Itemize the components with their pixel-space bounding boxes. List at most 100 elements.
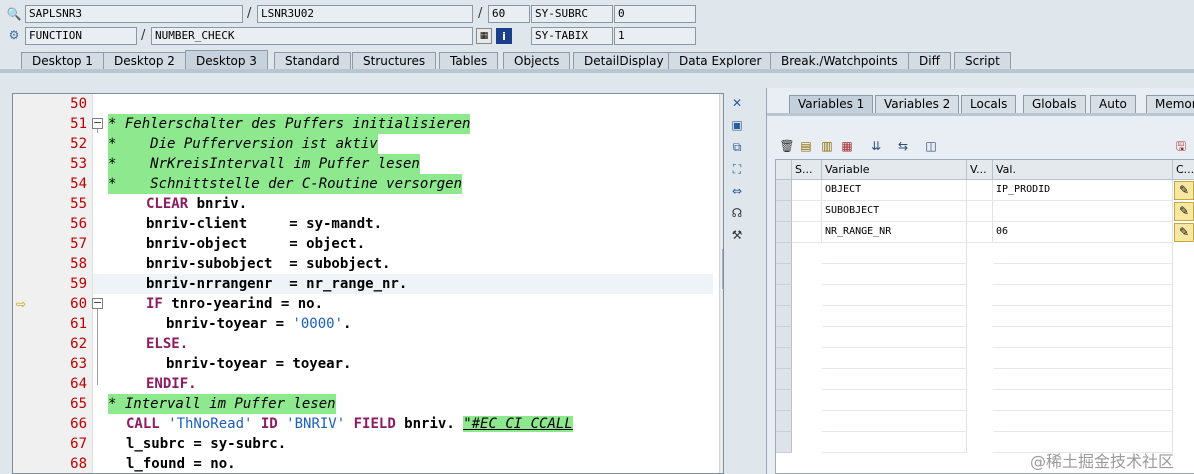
folder-icon[interactable]: ◫ <box>923 138 939 154</box>
value-cell[interactable]: IP_PRODID <box>993 180 1173 201</box>
sytabix-value[interactable]: 1 <box>614 27 696 45</box>
code-line[interactable]: 64 ENDIF. <box>13 374 713 394</box>
row-selector[interactable] <box>776 369 792 390</box>
tab-auto[interactable]: Auto <box>1090 95 1136 113</box>
collapse-icon[interactable]: − <box>92 117 103 129</box>
variable-cell[interactable]: OBJECT <box>822 180 967 201</box>
value-cell[interactable] <box>993 369 1173 390</box>
code-line[interactable]: 61 bnriv-toyear = '0000'. <box>13 314 713 334</box>
tab-detaildisplay[interactable]: DetailDisplay <box>573 52 675 70</box>
code-line[interactable]: 53 * NrKreisIntervall im Puffer lesen <box>13 154 713 174</box>
transfer-icon[interactable]: ⇆ <box>895 138 911 154</box>
table-row-empty[interactable] <box>776 411 1194 432</box>
variable-cell[interactable]: NR_RANGE_NR <box>822 222 967 243</box>
table-row-empty[interactable] <box>776 390 1194 411</box>
program-field[interactable]: SAPLSNR3 <box>25 5 243 23</box>
table-row-empty[interactable] <box>776 369 1194 390</box>
info-icon[interactable]: i <box>496 28 512 44</box>
export-icon[interactable]: ▥ <box>819 138 835 154</box>
value-cell[interactable] <box>993 285 1173 306</box>
services-icon[interactable]: ☊ <box>729 205 745 221</box>
scroll-down-icon[interactable]: ▼ <box>720 118 723 132</box>
save-icon[interactable]: 🖫 <box>1173 138 1189 154</box>
sysubrc-value[interactable]: 0 <box>614 5 696 23</box>
code-line[interactable]: 68 l_found = no. <box>13 454 713 473</box>
import-icon[interactable]: ▤ <box>798 138 814 154</box>
value-cell[interactable] <box>993 411 1173 432</box>
close-icon[interactable]: ✕ <box>729 95 745 111</box>
scrollbar-thumb[interactable] <box>722 249 723 289</box>
delete-icon[interactable]: 🗑 <box>779 138 795 154</box>
tab-breakpoints[interactable]: Break./Watchpoints <box>770 52 909 70</box>
table-row-empty[interactable] <box>776 327 1194 348</box>
tab-desktop-2[interactable]: Desktop 2 <box>103 52 186 70</box>
value-cell[interactable]: 06 <box>993 222 1173 243</box>
table-row-empty[interactable] <box>776 264 1194 285</box>
tab-desktop-3[interactable]: Desktop 3 <box>185 50 268 70</box>
table-row[interactable]: SUBOBJECT ✎ <box>776 201 1194 222</box>
value-cell[interactable] <box>993 390 1173 411</box>
collapse-icon[interactable]: − <box>92 297 103 309</box>
code-line[interactable]: 57 bnriv-object = object. <box>13 234 713 254</box>
row-selector[interactable] <box>776 432 792 453</box>
value-cell[interactable] <box>993 201 1173 222</box>
row-selector[interactable] <box>776 264 792 285</box>
code-line[interactable]: 66 CALL 'ThNoRead' ID 'BNRIV' FIELD bnri… <box>13 414 713 434</box>
type-field[interactable]: FUNCTION <box>25 27 137 45</box>
table-row-empty[interactable] <box>776 243 1194 264</box>
table-row-empty[interactable] <box>776 348 1194 369</box>
code-editor[interactable]: 50 51 − * Fehlerschalter des Puffers ini… <box>12 93 724 474</box>
column-header-v[interactable]: V... <box>967 160 993 180</box>
column-header-s[interactable]: S... <box>792 160 822 180</box>
value-cell[interactable] <box>993 264 1173 285</box>
include-field[interactable]: LSNR3U02 <box>257 5 473 23</box>
variable-cell[interactable] <box>822 390 967 411</box>
table-row-empty[interactable] <box>776 285 1194 306</box>
tab-standard[interactable]: Standard <box>274 52 351 70</box>
row-selector[interactable] <box>776 348 792 369</box>
tab-data-explorer[interactable]: Data Explorer <box>668 52 773 70</box>
value-cell[interactable] <box>993 327 1173 348</box>
row-selector[interactable] <box>776 390 792 411</box>
code-line-current[interactable]: ⇨ 60 − IF tnro-yearind = no. <box>13 294 713 314</box>
row-selector[interactable] <box>776 243 792 264</box>
edit-pencil-icon[interactable]: ✎ <box>1174 202 1194 221</box>
variable-cell[interactable] <box>822 369 967 390</box>
expand-icon[interactable]: ⇊ <box>868 138 884 154</box>
edit-pencil-icon[interactable]: ✎ <box>1174 181 1194 200</box>
value-cell[interactable] <box>993 306 1173 327</box>
tab-locals[interactable]: Locals <box>961 95 1017 113</box>
tab-structures[interactable]: Structures <box>352 52 437 70</box>
code-line[interactable]: 65 * Intervall im Puffer lesen <box>13 394 713 414</box>
variable-cell[interactable] <box>822 348 967 369</box>
editor-scrollbar[interactable]: ▲ ▼ <box>719 94 723 473</box>
tab-memory[interactable]: Memory <box>1146 95 1194 113</box>
save-vars-icon[interactable]: ▦ <box>839 138 855 154</box>
name-field[interactable]: NUMBER_CHECK <box>151 27 473 45</box>
column-header-c[interactable]: C... <box>1173 160 1194 180</box>
column-header-value[interactable]: Val. <box>993 160 1173 180</box>
value-cell[interactable] <box>993 243 1173 264</box>
table-row[interactable]: NR_RANGE_NR 06 ✎ <box>776 222 1194 243</box>
row-selector[interactable] <box>776 327 792 348</box>
table-row[interactable]: OBJECT IP_PRODID ✎ <box>776 180 1194 201</box>
tab-tables[interactable]: Tables <box>439 52 499 70</box>
variable-cell[interactable] <box>822 327 967 348</box>
code-line[interactable]: 52 * Die Pufferversion ist aktiv <box>13 134 713 154</box>
value-cell[interactable] <box>993 348 1173 369</box>
tab-desktop-1[interactable]: Desktop 1 <box>21 52 104 70</box>
tab-objects[interactable]: Objects <box>503 52 571 70</box>
scroll-up-icon[interactable]: ▲ <box>720 94 723 108</box>
swap-tool-icon[interactable]: ⧉ <box>729 139 745 155</box>
code-line[interactable]: 54 * Schnittstelle der C-Routine versorg… <box>13 174 713 194</box>
settings-icon[interactable]: ⚒ <box>729 227 745 243</box>
grid-corner[interactable] <box>776 160 792 180</box>
new-tool-icon[interactable]: ▣ <box>729 117 745 133</box>
column-header-variable[interactable]: Variable <box>822 160 967 180</box>
code-line[interactable]: 67 l_subrc = sy-subrc. <box>13 434 713 454</box>
tab-variables-2[interactable]: Variables 2 <box>875 95 960 113</box>
edit-pencil-icon[interactable]: ✎ <box>1174 223 1194 242</box>
variable-cell[interactable] <box>822 243 967 264</box>
tab-script[interactable]: Script <box>954 52 1011 70</box>
variable-cell[interactable] <box>822 264 967 285</box>
